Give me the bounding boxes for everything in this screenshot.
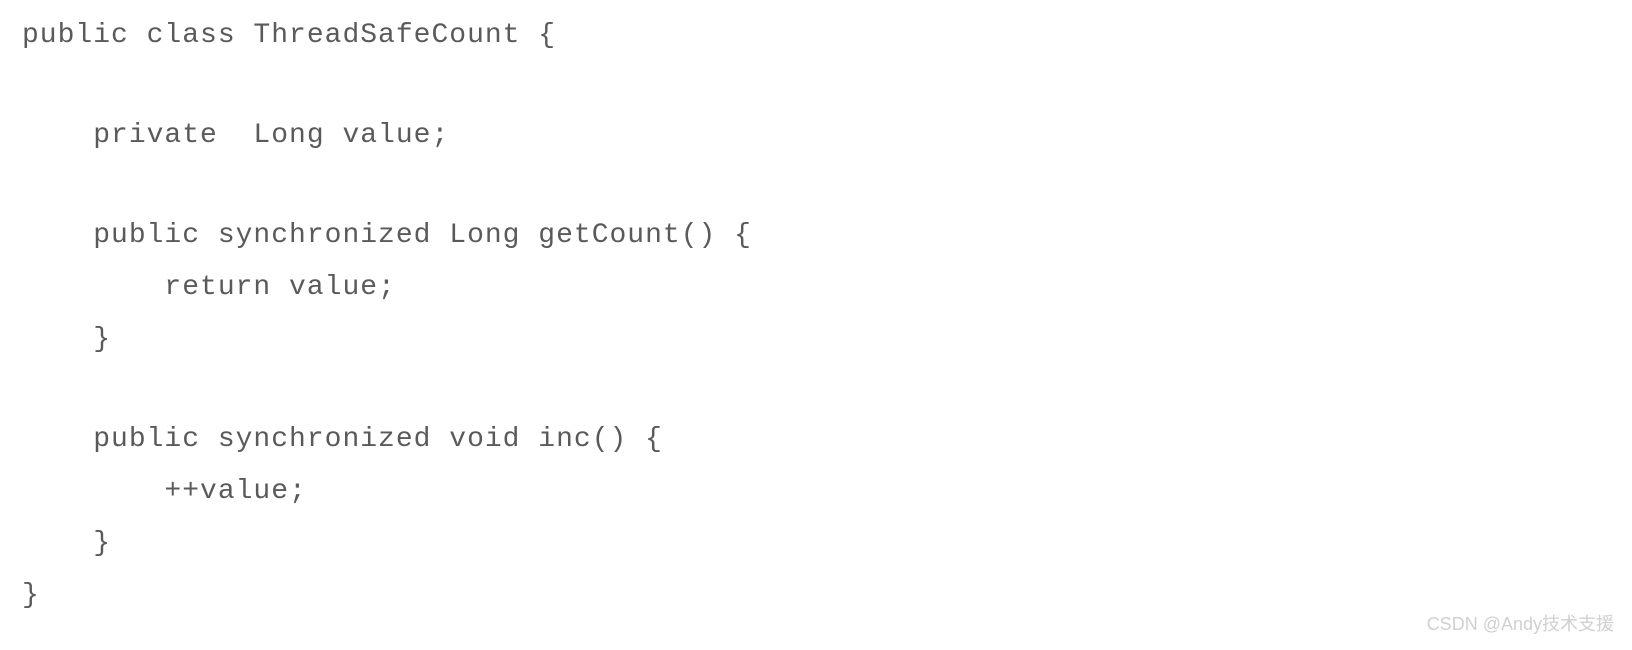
code-line: public synchronized Long getCount() { (22, 222, 1632, 250)
code-line: public synchronized void inc() { (22, 426, 1632, 454)
code-line: ++value; (22, 478, 1632, 506)
blank-line (22, 174, 1632, 198)
code-line: private Long value; (22, 122, 1632, 150)
code-line: } (22, 530, 1632, 558)
blank-line (22, 378, 1632, 402)
code-line: } (22, 326, 1632, 354)
code-line: public class ThreadSafeCount { (22, 22, 1632, 50)
code-line: return value; (22, 274, 1632, 302)
watermark-text: CSDN @Andy技术支援 (1427, 610, 1614, 636)
code-line: } (22, 582, 1632, 610)
code-block: public class ThreadSafeCount { private L… (22, 22, 1632, 610)
blank-line (22, 74, 1632, 98)
